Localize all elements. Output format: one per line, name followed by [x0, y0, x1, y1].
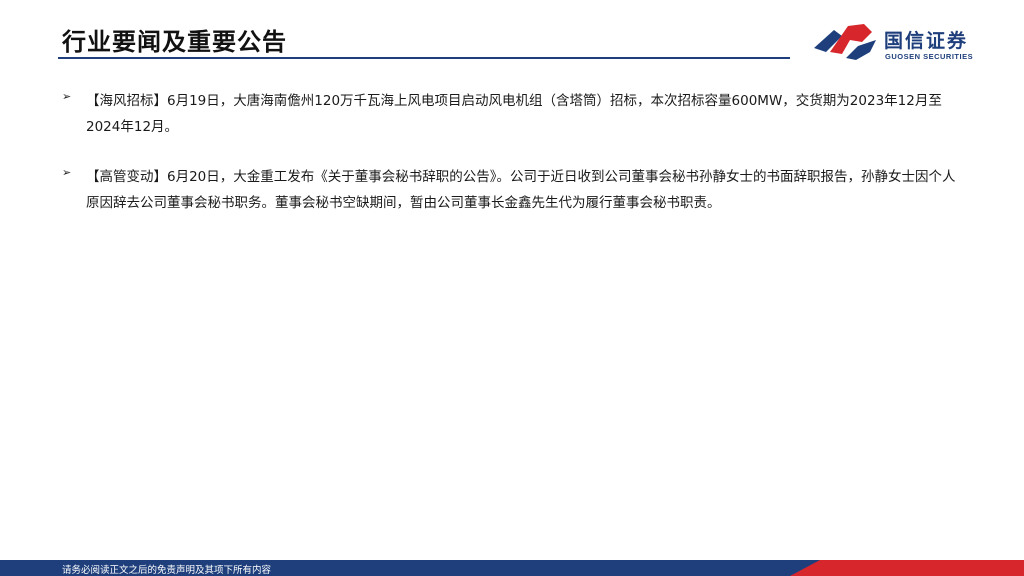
news-item-text: 【高管变动】6月20日，大金重工发布《关于董事会秘书辞职的公告》。公司于近日收到… — [86, 169, 956, 211]
list-item: ➢ 【高管变动】6月20日，大金重工发布《关于董事会秘书辞职的公告》。公司于近日… — [62, 164, 962, 216]
disclaimer-notice: 请务必阅读正文之后的免责声明及其项下所有内容 — [62, 565, 272, 576]
page-title: 行业要闻及重要公告 — [62, 28, 287, 56]
title-divider — [58, 57, 790, 59]
logo-name-en: GUOSEN SECURITIES — [885, 52, 974, 61]
news-list: ➢ 【海风招标】6月19日，大唐海南儋州120万千瓦海上风电项目启动风电机组（含… — [62, 88, 962, 240]
company-logo: 国信证券 GUOSEN SECURITIES — [812, 22, 992, 68]
logo-name-cn: 国信证券 — [884, 30, 969, 52]
news-item-text: 【海风招标】6月19日，大唐海南儋州120万千瓦海上风电项目启动风电机组（含塔筒… — [86, 93, 942, 135]
guosen-logo-icon — [814, 24, 876, 60]
arrow-bullet-icon: ➢ — [62, 167, 72, 179]
arrow-bullet-icon: ➢ — [62, 91, 72, 103]
list-item: ➢ 【海风招标】6月19日，大唐海南儋州120万千瓦海上风电项目启动风电机组（含… — [62, 88, 962, 140]
footer-red-stripe — [790, 560, 1024, 576]
